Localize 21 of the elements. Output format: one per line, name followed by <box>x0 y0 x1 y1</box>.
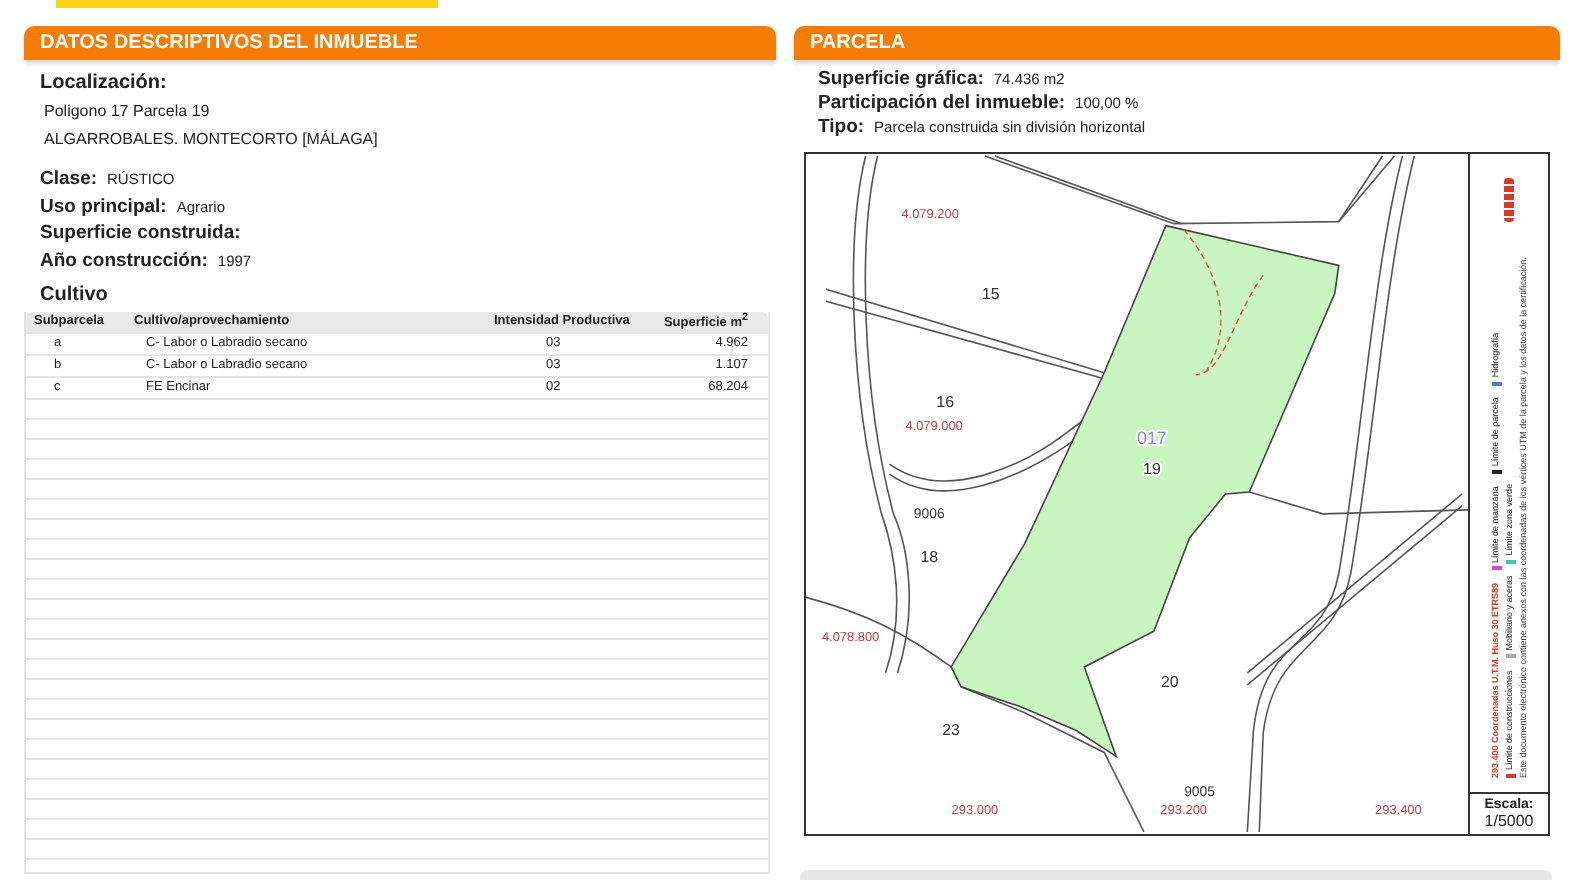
field-label: Clase: <box>40 168 98 190</box>
parcel-number: 18 <box>920 547 939 566</box>
parcel-number: 16 <box>936 392 954 411</box>
scale-value: 1/5000 <box>1482 812 1536 830</box>
parcel-number: 23 <box>942 720 960 739</box>
section-header: PARCELA <box>794 26 1560 60</box>
field-label: Año construcción: <box>40 249 208 271</box>
field-label: Superficie gráfica: <box>818 68 984 90</box>
parcel-number: 017 <box>1137 428 1167 449</box>
section-title: Cultivo <box>40 283 110 305</box>
parcel-number: 19 <box>1143 460 1161 479</box>
address-line: Poligono 17 Parcela 19 <box>44 102 212 120</box>
field-label: Tipo: <box>818 116 865 138</box>
section-header: DATOS DESCRIPTIVOS DEL INMUEBLE <box>24 26 776 60</box>
address-line: ALGARROBALES. MONTECORTO [MÁLAGA] <box>44 130 380 148</box>
field-label: Participación del inmueble: <box>818 92 1066 114</box>
field-label: Superficie construida: <box>40 222 241 244</box>
field-label: Uso principal: <box>40 195 167 217</box>
parcel-number: 20 <box>1160 672 1179 691</box>
parcel-number: 15 <box>982 285 1000 304</box>
field-label: Localización: <box>40 72 169 94</box>
